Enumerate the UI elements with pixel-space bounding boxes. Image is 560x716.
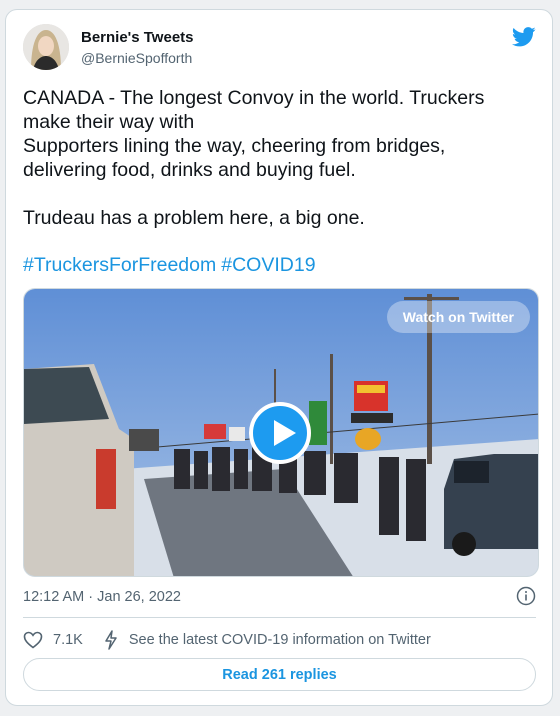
avatar[interactable] (23, 24, 69, 70)
covid-info-link[interactable]: See the latest COVID-19 information on T… (129, 632, 431, 648)
heart-icon[interactable] (23, 631, 43, 649)
actions-row: 7.1K See the latest COVID-19 information… (23, 628, 431, 652)
tweet-card: Bernie's Tweets @BernieSpofforth CANADA … (5, 9, 553, 706)
twitter-bird-icon[interactable] (512, 27, 536, 47)
watch-on-twitter-button[interactable]: Watch on Twitter (386, 301, 530, 333)
lightning-icon (105, 630, 117, 650)
author-name[interactable]: Bernie's Tweets (81, 29, 194, 46)
video-media[interactable]: Watch on Twitter (23, 288, 539, 577)
hashtag-truckers[interactable]: #TruckersForFreedom (23, 254, 216, 276)
like-count[interactable]: 7.1K (53, 632, 83, 648)
hashtag-covid19[interactable]: #COVID19 (221, 254, 315, 276)
divider (23, 617, 536, 618)
play-icon[interactable] (249, 402, 311, 464)
read-replies-button[interactable]: Read 261 replies (23, 658, 536, 691)
hashtags: #TruckersForFreedom #COVID19 (23, 254, 321, 277)
tweet-timestamp[interactable]: 12:12 AM · Jan 26, 2022 (23, 589, 181, 605)
tweet-text: CANADA - The longest Convoy in the world… (23, 87, 485, 229)
info-icon[interactable] (516, 586, 536, 606)
author-handle[interactable]: @BernieSpofforth (81, 50, 192, 66)
